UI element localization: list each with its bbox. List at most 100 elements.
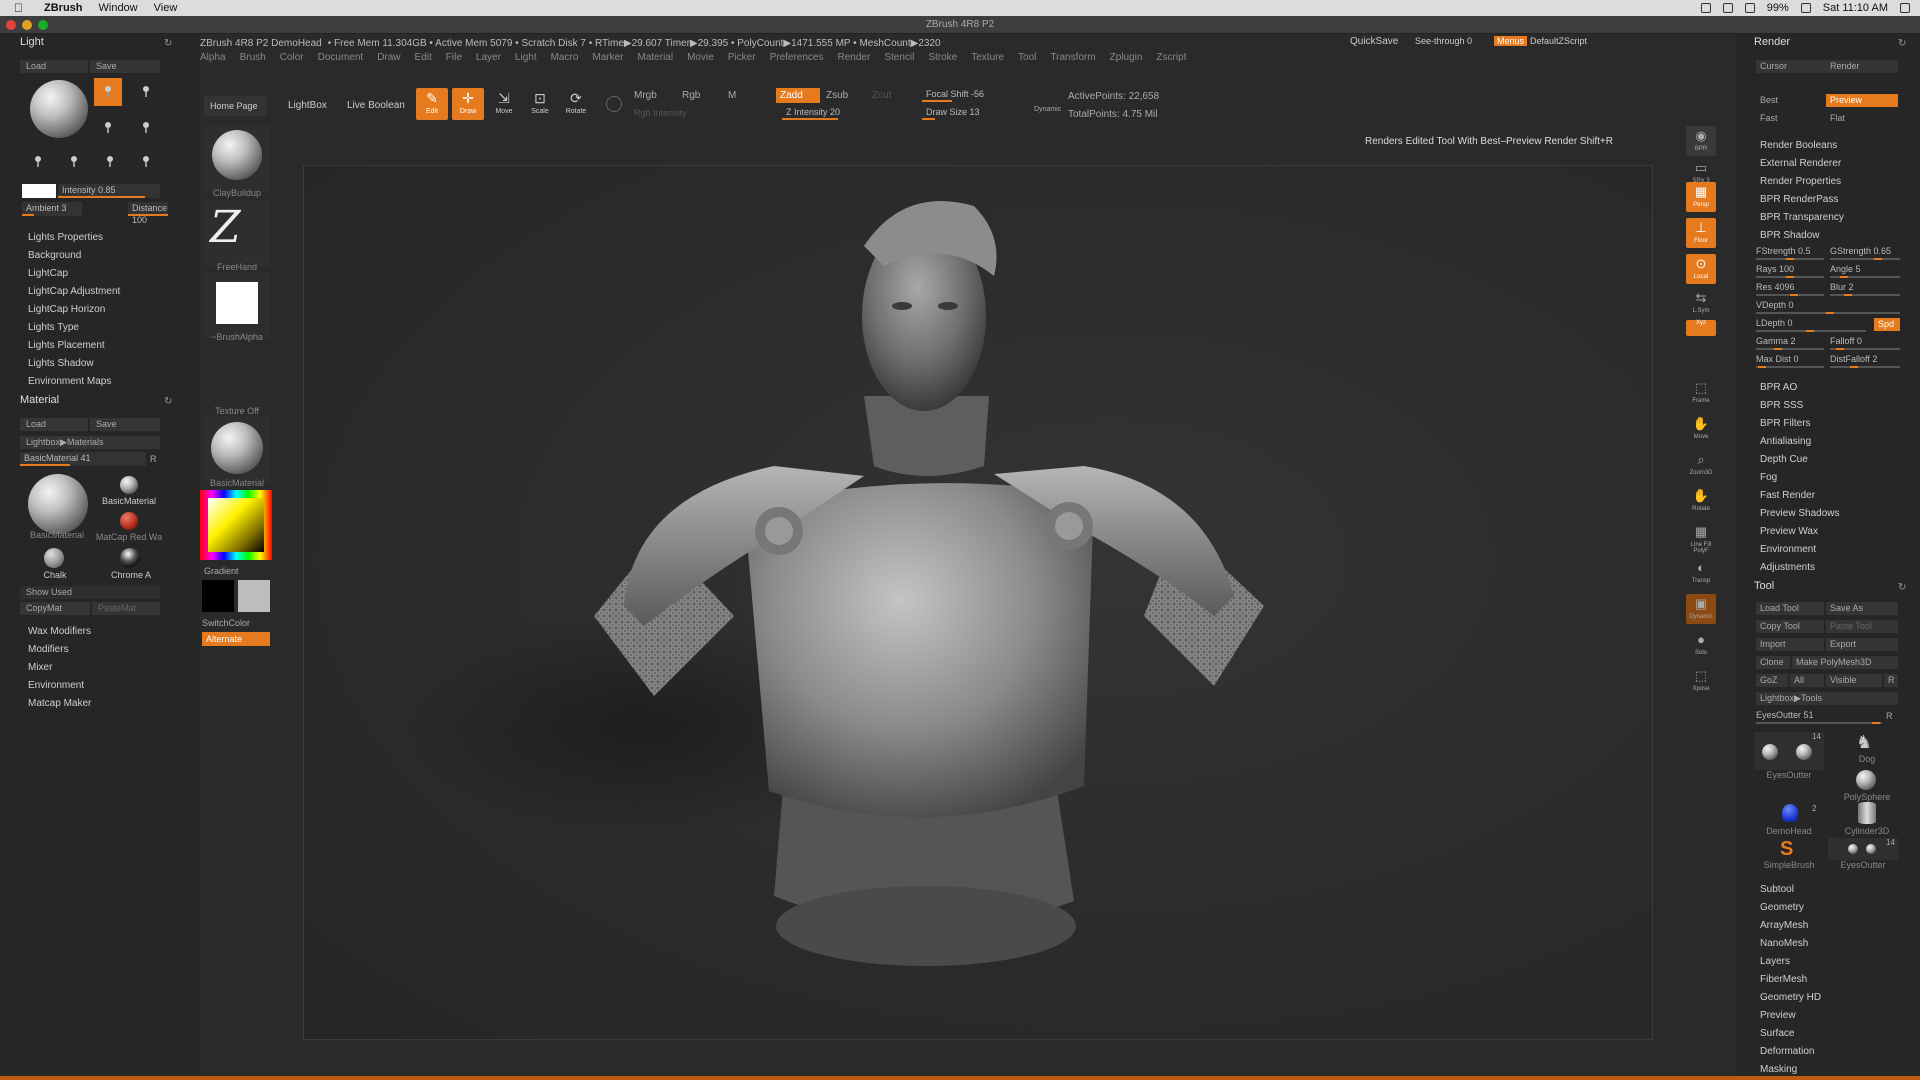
menu-tool[interactable]: Tool [1018, 52, 1036, 66]
polysphere-icon[interactable] [1856, 770, 1876, 790]
tool-item[interactable]: Surface [1760, 1028, 1794, 1039]
tool-item[interactable]: Geometry HD [1760, 992, 1821, 1003]
light-save-button[interactable]: Save [90, 60, 160, 73]
copy-tool-button[interactable]: Copy Tool [1756, 620, 1824, 633]
load-tool-button[interactable]: Load Tool [1756, 602, 1824, 615]
scale-button[interactable]: ⊡ Scale [524, 88, 556, 120]
tool-item[interactable]: Layers [1760, 956, 1790, 967]
tool-item[interactable]: ArrayMesh [1760, 920, 1808, 931]
menu-preferences[interactable]: Preferences [770, 52, 824, 66]
polyframe-icon[interactable] [606, 96, 622, 112]
solo-button[interactable]: ● Solo [1686, 630, 1716, 660]
import-button[interactable]: Import [1756, 638, 1824, 651]
material-save-button[interactable]: Save [90, 418, 160, 431]
res-slider[interactable]: Res 4096 [1756, 282, 1824, 296]
material-thumb[interactable] [204, 416, 270, 482]
light-item[interactable]: Lights Shadow [28, 358, 94, 369]
menus-toggle[interactable]: Menus [1494, 36, 1528, 46]
make-polymesh-button[interactable]: Make PolyMesh3D [1792, 656, 1898, 669]
draw-size-slider[interactable]: Draw Size 13 [922, 106, 1032, 120]
dynamic-button[interactable]: Dynamic [1034, 106, 1061, 113]
gstrength-slider[interactable]: GStrength 0.65 [1830, 246, 1900, 260]
paste-mat-button[interactable]: PasteMat [92, 602, 160, 615]
export-button[interactable]: Export [1826, 638, 1898, 651]
tool-panel-title[interactable]: Tool [1754, 580, 1774, 592]
material-item[interactable]: Environment [28, 680, 84, 691]
menu-document[interactable]: Document [318, 52, 364, 66]
tool-slider-r[interactable]: R [1886, 711, 1893, 721]
alternate-button[interactable]: Alternate [202, 632, 270, 646]
render-item[interactable]: BPR Shadow [1760, 230, 1819, 241]
menu-texture[interactable]: Texture [971, 52, 1004, 66]
polyf-button[interactable]: ▦ Line Fill PolyF [1686, 522, 1716, 554]
rgb-button[interactable]: Rgb [682, 90, 700, 101]
tool-item[interactable]: Geometry [1760, 902, 1804, 913]
paste-tool-button[interactable]: Paste Tool [1826, 620, 1898, 633]
z-intensity-slider[interactable]: Z Intensity 20 [782, 106, 876, 120]
mrgb-button[interactable]: Mrgb [634, 90, 657, 101]
rotate-view-button[interactable]: ✋ Rotate [1686, 486, 1716, 516]
render-item[interactable]: Fast Render [1760, 490, 1815, 501]
zadd-button[interactable]: Zadd [776, 88, 820, 103]
move-button[interactable]: ⇲ Move [488, 88, 520, 120]
distfalloff-slider[interactable]: DistFalloff 2 [1830, 354, 1900, 368]
xpose-button[interactable]: ⬚ Xpose [1686, 666, 1716, 696]
blur-slider[interactable]: Blur 2 [1830, 282, 1900, 296]
status-icon[interactable] [1700, 3, 1711, 13]
main-color-swatch[interactable] [202, 580, 234, 612]
menu-render[interactable]: Render [838, 52, 871, 66]
render-item[interactable]: BPR Transparency [1760, 212, 1844, 223]
clock[interactable]: Sat 11:10 AM [1823, 2, 1888, 14]
material-load-button[interactable]: Load [20, 418, 88, 431]
menu-light[interactable]: Light [515, 52, 537, 66]
menu-transform[interactable]: Transform [1050, 52, 1095, 66]
material-slider[interactable]: BasicMaterial 41 [20, 452, 146, 466]
cursor-button[interactable]: Cursor [1756, 60, 1826, 73]
render-item[interactable]: Adjustments [1760, 562, 1815, 573]
lightbox-tools-button[interactable]: Lightbox▶Tools [1756, 692, 1898, 705]
render-item[interactable]: Antialiasing [1760, 436, 1811, 447]
render-item[interactable]: BPR AO [1760, 382, 1797, 393]
visible-button[interactable]: Visible [1826, 674, 1882, 687]
refresh-icon[interactable]: ↻ [164, 396, 172, 407]
menu-zscript[interactable]: Zscript [1156, 52, 1186, 66]
material-item[interactable]: Mixer [28, 662, 52, 673]
menu-file[interactable]: File [446, 52, 462, 66]
menu-stencil[interactable]: Stencil [884, 52, 914, 66]
edit-button[interactable]: ✎ Edit [416, 88, 448, 120]
see-through-slider[interactable]: See-through 0 [1415, 36, 1472, 46]
render-button[interactable]: Render [1826, 60, 1898, 73]
light-item[interactable]: LightCap [28, 268, 68, 279]
render-item[interactable]: Preview Shadows [1760, 508, 1839, 519]
default-zscript-button[interactable]: DefaultZScript [1530, 36, 1587, 46]
refresh-icon[interactable]: ↻ [1898, 38, 1906, 49]
all-button[interactable]: All [1790, 674, 1824, 687]
light-item[interactable]: Background [28, 250, 81, 261]
document-canvas[interactable] [303, 165, 1653, 1040]
material-lightbox-button[interactable]: Lightbox▶Materials [20, 436, 160, 449]
refresh-icon[interactable]: ↻ [1898, 582, 1906, 593]
rays-slider[interactable]: Rays 100 [1756, 264, 1824, 278]
demohead-icon[interactable] [1782, 804, 1798, 822]
material-thumb[interactable] [44, 548, 64, 568]
light-item[interactable]: Lights Placement [28, 340, 105, 351]
material-thumb[interactable] [120, 548, 140, 568]
light-item[interactable]: Lights Type [28, 322, 79, 333]
render-item[interactable]: Render Booleans [1760, 140, 1837, 151]
fast-button[interactable]: Fast [1756, 112, 1826, 125]
zsub-button[interactable]: Zsub [826, 90, 848, 101]
fstrength-slider[interactable]: FStrength 0.5 [1756, 246, 1824, 260]
angle-slider[interactable]: Angle 5 [1830, 264, 1900, 278]
texture-thumb[interactable] [204, 346, 270, 412]
falloff-slider[interactable]: Falloff 0 [1830, 336, 1900, 350]
zoom3d-button[interactable]: ⌕ Zoom3D [1686, 450, 1716, 480]
render-item[interactable]: Fog [1760, 472, 1777, 483]
render-item[interactable]: BPR Filters [1760, 418, 1811, 429]
light-bulb-icon[interactable] [104, 122, 112, 134]
menu-zplugin[interactable]: Zplugin [1110, 52, 1143, 66]
stroke-thumb[interactable]: Z [204, 200, 270, 266]
battery-icon[interactable] [1800, 3, 1811, 13]
xyz-button[interactable]: Xyz [1686, 320, 1716, 336]
menu-stroke[interactable]: Stroke [928, 52, 957, 66]
light-item[interactable]: Environment Maps [28, 376, 111, 387]
